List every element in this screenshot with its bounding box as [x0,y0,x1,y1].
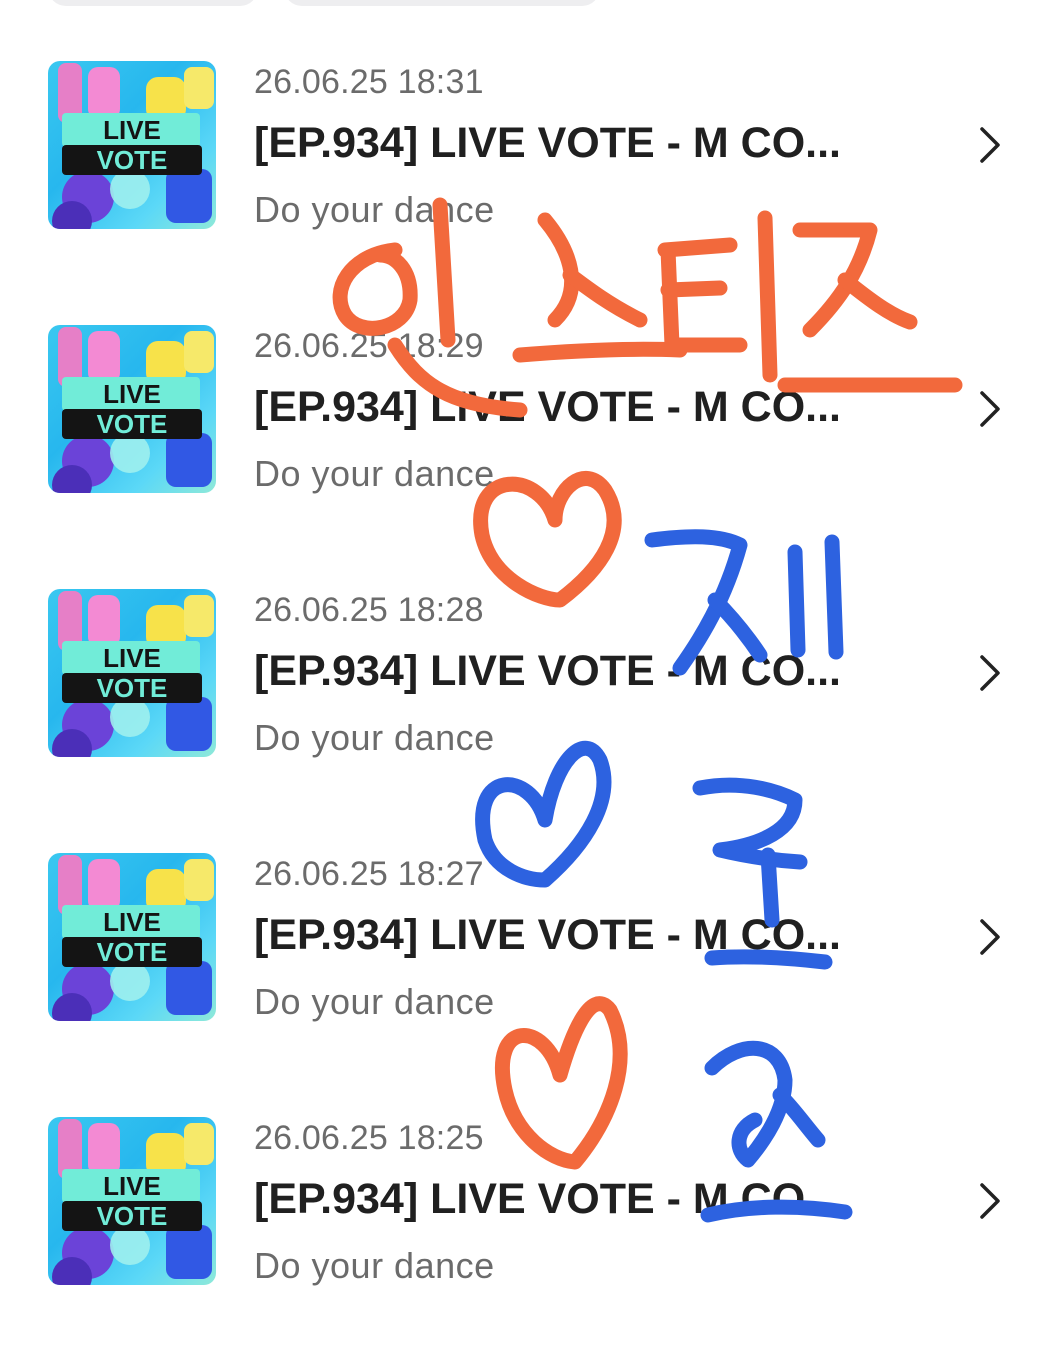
item-subtitle: Do your dance [254,453,495,494]
item-subtitle: Do your dance [254,717,495,758]
item-subtitle: Do your dance [254,981,495,1022]
top-filter-chip-2[interactable] [284,0,600,6]
list-item[interactable]: LIVE VOTE 26.06.25 18:29 [EP.934] LIVE V… [0,325,1054,525]
item-title: [EP.934] LIVE VOTE - M CO... [254,383,842,431]
timestamp: 26.06.25 18:25 [254,1119,484,1157]
thumb-line2: VOTE [97,937,168,967]
live-vote-thumbnail: LIVE VOTE [48,1117,216,1285]
orange-stroke [660,280,728,298]
thumb-line1: LIVE [103,643,161,673]
orange-stroke [562,267,648,328]
chevron-right-icon[interactable] [972,389,1008,429]
timestamp: 26.06.25 18:31 [254,63,484,101]
list-item[interactable]: LIVE VOTE 26.06.25 18:25 [EP.934] LIVE V… [0,1117,1054,1317]
thumb-line1: LIVE [103,379,161,409]
thumb-line1: LIVE [103,907,161,937]
chevron-right-icon[interactable] [972,653,1008,693]
thumb-line2: VOTE [97,409,168,439]
timestamp: 26.06.25 18:28 [254,591,484,629]
chevron-right-icon[interactable] [972,917,1008,957]
live-vote-thumbnail: LIVE VOTE [48,589,216,757]
thumb-line2: VOTE [97,673,168,703]
thumb-line1: LIVE [103,115,161,145]
item-title: [EP.934] LIVE VOTE - M CO... [254,119,842,167]
live-vote-thumbnail: LIVE VOTE [48,853,216,1021]
orange-stroke [837,272,918,330]
blue-stroke [692,777,808,870]
thumb-line2: VOTE [97,1201,168,1231]
list-item[interactable]: LIVE VOTE 26.06.25 18:31 [EP.934] LIVE V… [0,61,1054,261]
item-subtitle: Do your dance [254,1245,495,1286]
list-item[interactable]: LIVE VOTE 26.06.25 18:28 [EP.934] LIVE V… [0,589,1054,789]
chevron-right-icon[interactable] [972,125,1008,165]
live-vote-thumbnail: LIVE VOTE [48,325,216,493]
item-title: [EP.934] LIVE VOTE - M CO... [254,911,842,959]
top-filter-chip-1[interactable] [48,0,258,6]
orange-stroke [332,242,418,336]
timestamp: 26.06.25 18:27 [254,855,484,893]
thumb-line2: VOTE [97,145,168,175]
item-subtitle: Do your dance [254,189,495,230]
thumb-line1: LIVE [103,1171,161,1201]
live-vote-thumbnail: LIVE VOTE [48,61,216,229]
item-title: [EP.934] LIVE VOTE - M CO... [254,647,842,695]
list-item[interactable]: LIVE VOTE 26.06.25 18:27 [EP.934] LIVE V… [0,853,1054,1053]
chevron-right-icon[interactable] [972,1181,1008,1221]
timestamp: 26.06.25 18:29 [254,327,484,365]
item-title: [EP.934] LIVE VOTE - M CO... [254,1175,842,1223]
